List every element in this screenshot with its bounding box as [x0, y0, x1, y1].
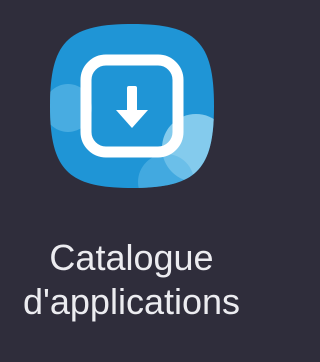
download-arrow-icon [50, 24, 214, 188]
app-label-line-2: d'applications [22, 281, 241, 322]
app-label-line-1: Catalogue [49, 237, 214, 278]
home-screen: Catalogue d'applications [0, 0, 263, 362]
arrow-shaft [127, 86, 137, 114]
app-catalogue-icon[interactable] [46, 20, 218, 192]
app-catalogue-shortcut[interactable]: Catalogue d'applications [0, 0, 263, 362]
